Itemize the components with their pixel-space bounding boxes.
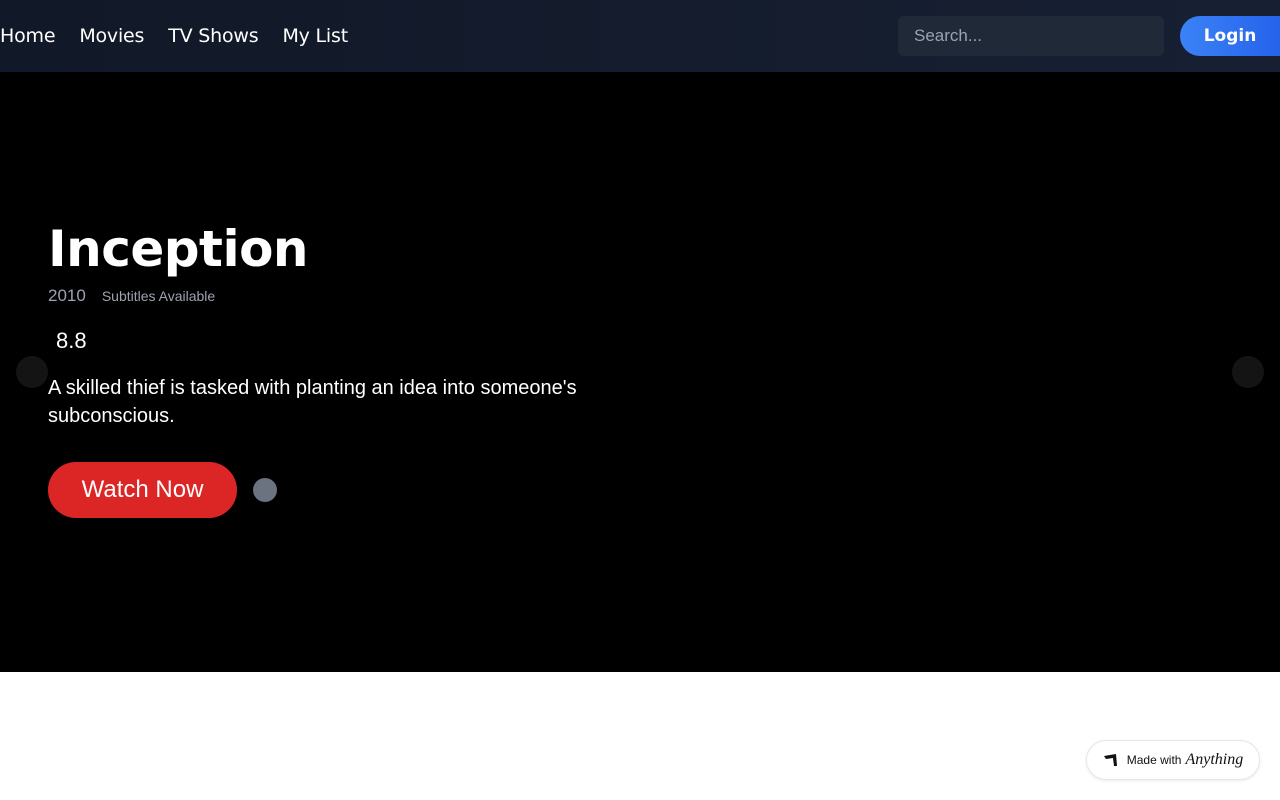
nav-item-my-list[interactable]: My List bbox=[282, 25, 348, 47]
carousel-prev-button[interactable] bbox=[16, 356, 48, 388]
release-year: 2010 bbox=[48, 286, 86, 305]
hero-title: Inception bbox=[48, 220, 309, 278]
badge-brand: Anything bbox=[1185, 751, 1244, 768]
carousel-indicator-dot[interactable] bbox=[253, 478, 277, 502]
hero-banner: Inception 2010 Subtitles Available 8.8 A… bbox=[0, 72, 1280, 672]
nav-item-tv-shows[interactable]: TV Shows bbox=[168, 25, 258, 47]
carousel-next-button[interactable] bbox=[1232, 356, 1264, 388]
search-input[interactable] bbox=[898, 16, 1164, 56]
login-button[interactable]: Login bbox=[1180, 16, 1280, 56]
badge-text: Made with bbox=[1126, 753, 1182, 767]
rating-value: 8.8 bbox=[56, 328, 87, 353]
made-with-badge[interactable]: Made with Anything bbox=[1086, 740, 1260, 780]
watch-now-button[interactable]: Watch Now bbox=[48, 462, 237, 518]
nav-item-home[interactable]: Home bbox=[0, 25, 56, 47]
anything-logo-icon bbox=[1103, 753, 1119, 767]
main-nav: Home Movies TV Shows My List bbox=[0, 0, 372, 72]
top-header: Home Movies TV Shows My List Login bbox=[0, 0, 1280, 72]
hero-description: A skilled thief is tasked with planting … bbox=[48, 377, 577, 427]
hero-meta: 2010 Subtitles Available bbox=[48, 286, 215, 306]
subtitles-label: Subtitles Available bbox=[101, 288, 216, 304]
nav-item-movies[interactable]: Movies bbox=[79, 25, 144, 47]
